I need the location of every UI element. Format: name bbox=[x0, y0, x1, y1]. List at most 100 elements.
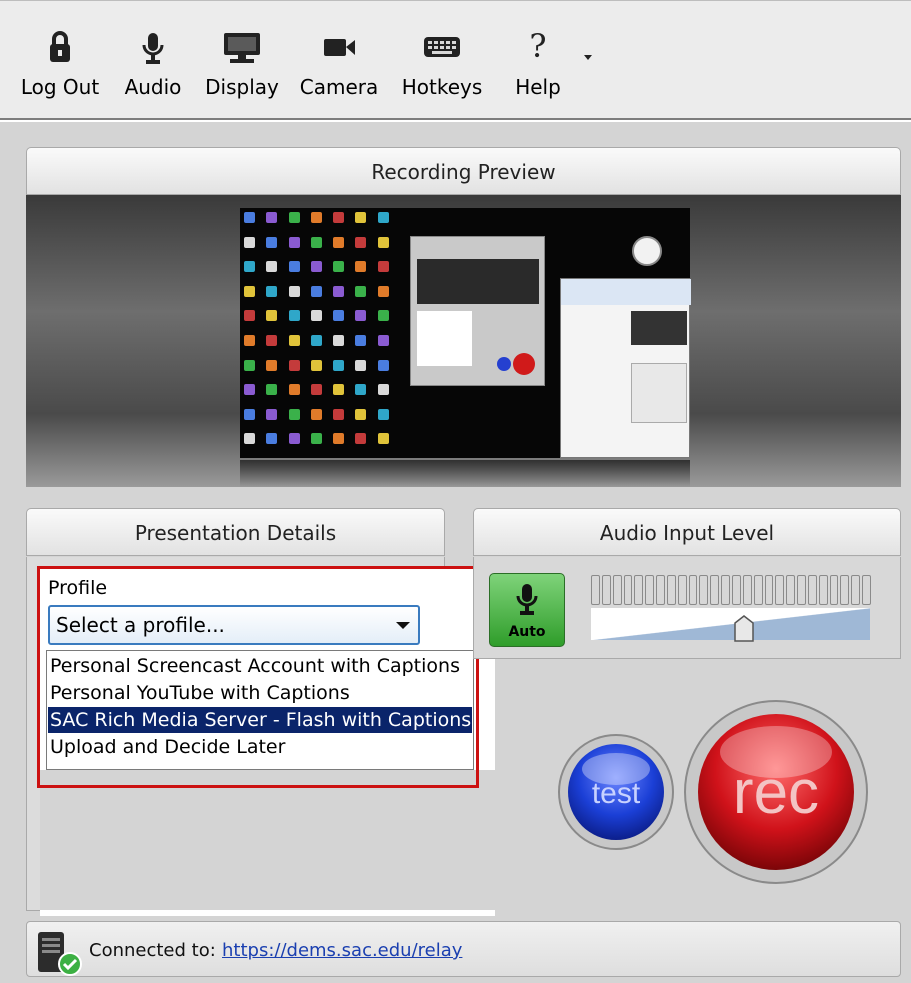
desktop-icon bbox=[310, 334, 322, 346]
desktop-icon bbox=[310, 433, 322, 445]
desktop-icon bbox=[244, 212, 255, 223]
lock-icon bbox=[50, 31, 70, 62]
desktop-icon bbox=[310, 384, 322, 396]
desktop-icon bbox=[244, 310, 255, 322]
desktop-icon bbox=[244, 334, 255, 346]
record-button[interactable]: rec bbox=[682, 697, 870, 887]
meter-segment bbox=[645, 575, 655, 605]
desktop-icon bbox=[310, 212, 322, 223]
meter-segment bbox=[840, 575, 850, 605]
server-url-link[interactable]: https://dems.sac.edu/relay bbox=[222, 940, 462, 961]
desktop-icon bbox=[244, 433, 255, 445]
chevron-down-icon[interactable] bbox=[584, 55, 592, 60]
desktop-icon bbox=[377, 359, 389, 371]
display-label: Display bbox=[205, 75, 279, 99]
display-button[interactable]: Display bbox=[203, 27, 281, 107]
desktop-icon bbox=[377, 236, 389, 248]
logout-button[interactable]: Log Out bbox=[16, 27, 104, 107]
desktop-icon bbox=[288, 310, 300, 322]
meter-segment bbox=[612, 575, 622, 605]
desktop-icon bbox=[310, 359, 322, 371]
desktop-icon bbox=[288, 236, 300, 248]
desktop-icon bbox=[355, 285, 367, 297]
camera-label: Camera bbox=[299, 75, 379, 99]
desktop-icon bbox=[266, 408, 278, 420]
desktop-icon bbox=[333, 212, 345, 223]
meter-segment bbox=[818, 575, 828, 605]
auto-level-button[interactable]: Auto bbox=[489, 573, 565, 647]
meter-segment bbox=[753, 575, 763, 605]
help-icon: ? bbox=[529, 27, 546, 65]
meter-segment bbox=[764, 575, 774, 605]
meter-segment bbox=[807, 575, 817, 605]
desktop-icon bbox=[310, 236, 322, 248]
meter-segment bbox=[731, 575, 741, 605]
desktop-icon bbox=[377, 408, 389, 420]
details-lower-area bbox=[40, 770, 495, 910]
desktop-icon bbox=[377, 334, 389, 346]
rec-label: rec bbox=[733, 758, 819, 827]
presentation-details-header: Presentation Details bbox=[26, 508, 445, 556]
slider-handle[interactable] bbox=[733, 615, 755, 643]
desktop-icon bbox=[333, 433, 345, 445]
auto-label: Auto bbox=[508, 624, 546, 640]
input-gain-slider[interactable] bbox=[591, 608, 870, 640]
hotkeys-button[interactable]: Hotkeys bbox=[397, 27, 487, 107]
microphone-icon bbox=[142, 33, 164, 64]
server-connected-icon bbox=[38, 932, 82, 976]
desktop-icon bbox=[355, 212, 367, 223]
desktop-icon bbox=[377, 261, 389, 273]
desktop-icon bbox=[333, 359, 345, 371]
desktop-icon bbox=[333, 310, 345, 322]
desktop-icon bbox=[333, 285, 345, 297]
meter-segment bbox=[656, 575, 665, 605]
desktop-icon bbox=[266, 285, 278, 297]
desktop-icon bbox=[244, 384, 255, 396]
desktop-icons bbox=[244, 212, 394, 452]
desktop-icon bbox=[355, 384, 367, 396]
audio-button[interactable]: Audio bbox=[120, 27, 186, 107]
recording-preview-header: Recording Preview bbox=[26, 147, 901, 195]
desktop-icon bbox=[244, 285, 255, 297]
logout-label: Log Out bbox=[20, 75, 100, 99]
recording-preview-title: Recording Preview bbox=[371, 160, 556, 184]
meter-segment bbox=[797, 575, 806, 605]
desktop-icon bbox=[266, 334, 278, 346]
desktop-icon bbox=[355, 433, 367, 445]
audio-input-header: Audio Input Level bbox=[473, 508, 901, 556]
camera-button[interactable]: Camera bbox=[296, 27, 382, 107]
desktop-icon bbox=[355, 236, 367, 248]
desktop-icon bbox=[288, 433, 300, 445]
desktop-icon bbox=[377, 212, 389, 223]
meter-segment bbox=[862, 575, 871, 605]
annotation-highlight-box bbox=[37, 566, 479, 788]
desktop-icon bbox=[266, 384, 278, 396]
desktop-icon bbox=[377, 433, 389, 445]
desktop-icon bbox=[244, 359, 255, 371]
help-button[interactable]: ? Help bbox=[510, 27, 566, 107]
desktop-icon bbox=[355, 408, 367, 420]
desktop-icon bbox=[244, 261, 255, 273]
preview-clock-icon bbox=[632, 236, 662, 266]
preview-document-window bbox=[560, 278, 691, 458]
desktop-icon bbox=[266, 236, 278, 248]
desktop-icon bbox=[333, 261, 345, 273]
presentation-details-title: Presentation Details bbox=[134, 521, 337, 545]
desktop-icon bbox=[355, 359, 367, 371]
desktop-icon bbox=[266, 310, 278, 322]
audio-label: Audio bbox=[124, 75, 182, 99]
audio-level-meter bbox=[591, 575, 871, 605]
recording-preview bbox=[26, 195, 901, 487]
desktop-icon bbox=[288, 285, 300, 297]
desktop-icon bbox=[288, 212, 300, 223]
desktop-icon bbox=[310, 261, 322, 273]
desktop-icon bbox=[310, 285, 322, 297]
desktop-icon bbox=[333, 334, 345, 346]
test-button[interactable]: test bbox=[546, 733, 686, 851]
desktop-icon bbox=[355, 310, 367, 322]
desktop-icon bbox=[288, 408, 300, 420]
desktop-icon bbox=[244, 408, 255, 420]
desktop-icon bbox=[288, 384, 300, 396]
microphone-icon bbox=[516, 584, 538, 615]
meter-segment bbox=[666, 575, 676, 605]
